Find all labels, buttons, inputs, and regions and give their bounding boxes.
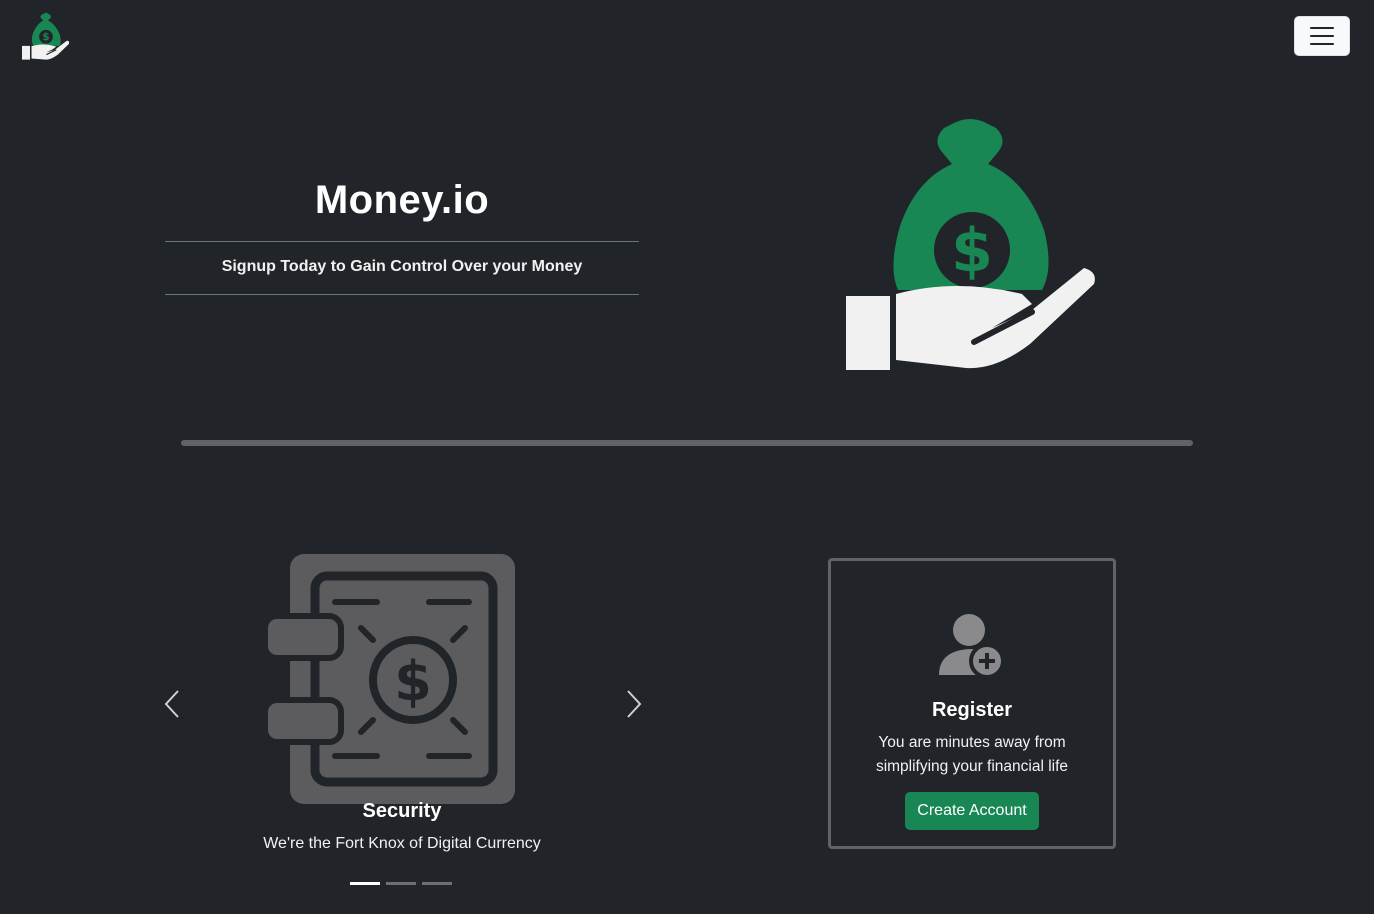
svg-text:$: $: [42, 31, 49, 43]
feature-carousel: $ Security We're the Fort Knox of Digita…: [160, 550, 646, 895]
navbar-toggle-button[interactable]: [1294, 16, 1350, 56]
svg-text:$: $: [951, 216, 993, 286]
money-bag-hand-icon: $: [22, 12, 70, 60]
brand-logo[interactable]: $: [22, 12, 70, 60]
slide-title: Security: [362, 800, 442, 822]
user-add-icon: [939, 614, 1005, 677]
carousel-indicators: [350, 882, 452, 885]
hero-rule-bottom: [165, 294, 639, 295]
register-text: You are minutes away from simplifying yo…: [875, 734, 1069, 775]
chevron-left-icon: [164, 690, 179, 718]
hero-subtitle: Signup Today to Gain Control Over your M…: [221, 258, 583, 275]
register-card: Register You are minutes away from simpl…: [828, 558, 1116, 849]
register-title: Register: [931, 699, 1013, 721]
money-bag-hand-icon: $: [846, 119, 1095, 370]
page: $ Money.io Signup Today to Gain Control …: [0, 0, 1374, 914]
carousel-next-button[interactable]: [622, 688, 646, 720]
carousel-indicator-2[interactable]: [386, 882, 416, 885]
svg-text:$: $: [394, 650, 432, 713]
hero-title: Money.io: [314, 178, 490, 222]
carousel-indicator-1[interactable]: [350, 882, 380, 885]
hero-rule-top: [165, 241, 639, 242]
hamburger-menu-icon-line: [1310, 43, 1334, 45]
section-divider: [181, 440, 1193, 446]
carousel-prev-button[interactable]: [160, 688, 184, 720]
vault-safe-icon: $: [265, 554, 515, 804]
hamburger-menu-icon: [1310, 27, 1334, 29]
carousel-indicator-3[interactable]: [422, 882, 452, 885]
chevron-right-icon: [627, 690, 642, 718]
create-account-button[interactable]: Create Account: [905, 792, 1039, 830]
hamburger-menu-icon-line: [1310, 35, 1334, 37]
slide-caption: We're the Fort Knox of Digital Currency: [263, 835, 541, 852]
